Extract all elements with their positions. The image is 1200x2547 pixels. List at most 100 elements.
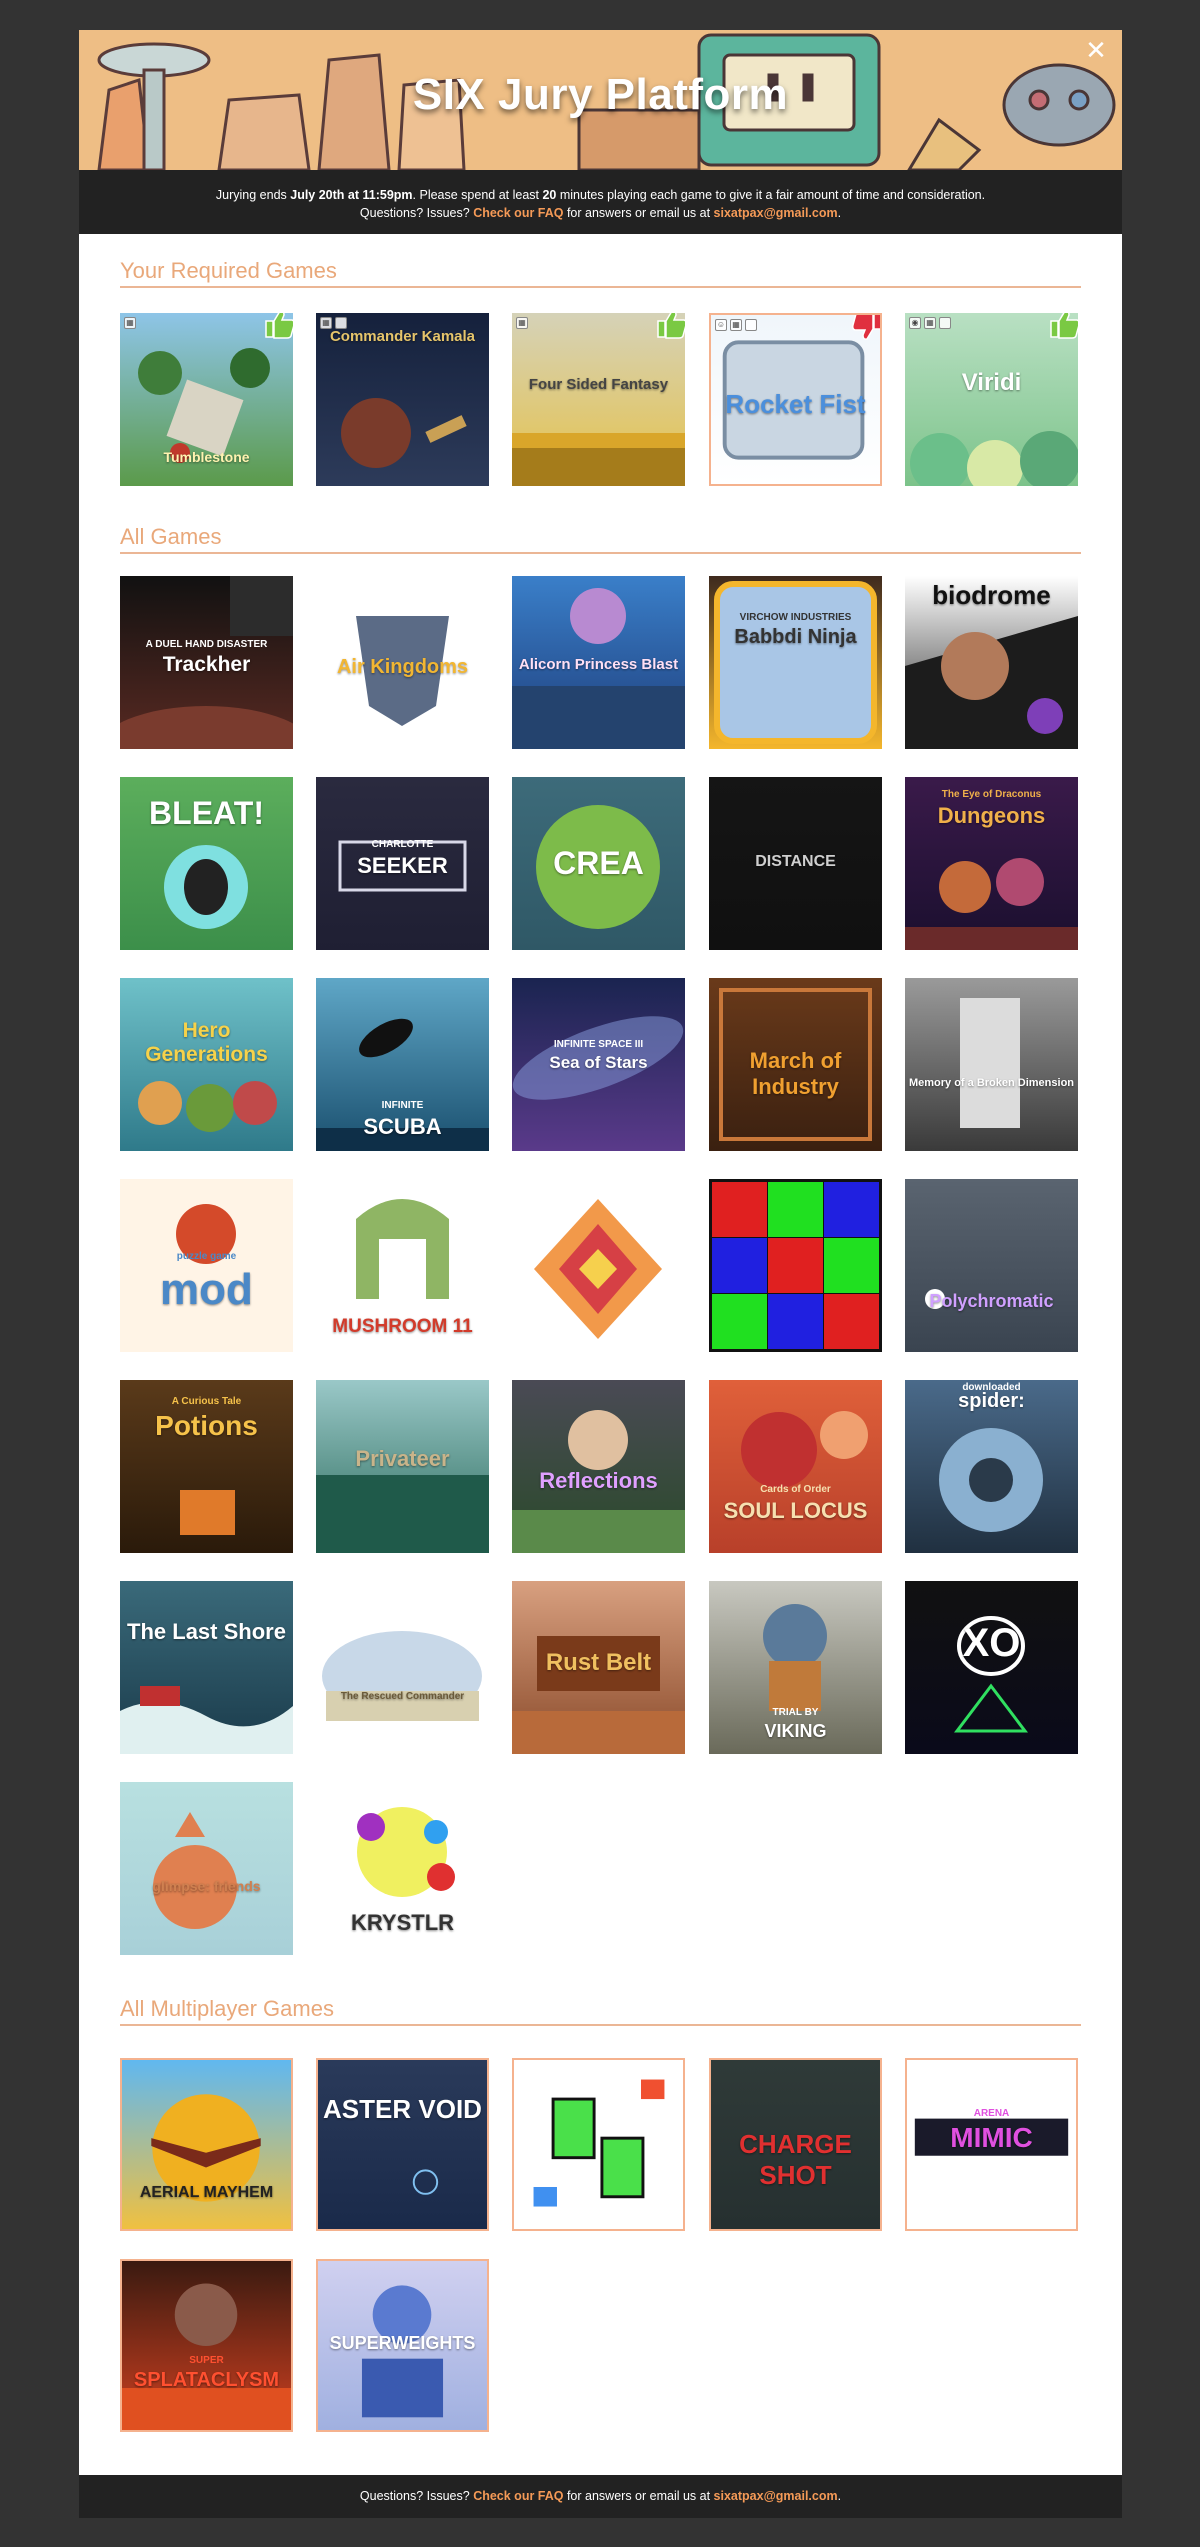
footer-bar: Questions? Issues? Check our FAQ for ans… [79, 2475, 1122, 2518]
mac-platform-icon [335, 317, 347, 329]
game-tile[interactable]: glimpse: friends [120, 1782, 293, 1955]
game-cover-art [120, 978, 293, 1151]
platform-icons: ◉ ▦ [909, 317, 951, 329]
game-tile[interactable]: Rocket Fist ☺ ▦ [709, 313, 882, 486]
platform-icons: ▦ [320, 317, 347, 329]
game-tile[interactable]: A DUEL HAND DISASTER Trackher [120, 576, 293, 749]
close-icon[interactable]: ✕ [1084, 37, 1108, 63]
game-tile[interactable]: Tumblestone ▦ [120, 313, 293, 486]
game-cover-art [711, 2060, 880, 2229]
game-cover-art [905, 576, 1078, 749]
game-cover-art [316, 313, 489, 486]
game-tile[interactable]: Hero Generations [120, 978, 293, 1151]
game-tile[interactable]: DISTANCE [709, 777, 882, 950]
game-tile[interactable] [709, 1179, 882, 1352]
mac-platform-icon [939, 317, 951, 329]
game-cover-art [709, 576, 882, 749]
game-tile[interactable]: INFINITE SCUBA [316, 978, 489, 1151]
game-cover-art [120, 777, 293, 950]
game-tile[interactable]: downloaded spider: [905, 1380, 1078, 1553]
game-cover-art [120, 1380, 293, 1553]
game-tile[interactable]: CHARGE SHOT [709, 2058, 882, 2231]
faq-link[interactable]: Check our FAQ [473, 206, 563, 220]
game-tile[interactable]: Reflections [512, 1380, 685, 1553]
game-tile[interactable]: Rust Belt [512, 1581, 685, 1754]
email-link[interactable]: sixatpax@gmail.com [714, 206, 838, 220]
game-cover-art [905, 1380, 1078, 1553]
platform-icons: ▦ [516, 317, 528, 329]
footer-email-link[interactable]: sixatpax@gmail.com [714, 2489, 838, 2503]
game-tile[interactable]: The Eye of Draconus Dungeons [905, 777, 1078, 950]
game-tile[interactable]: ARENA MIMIC [905, 2058, 1078, 2231]
game-cover-art [709, 1179, 882, 1352]
game-tile[interactable]: biodrome [905, 576, 1078, 749]
game-tile[interactable]: TRIAL BY VIKING [709, 1581, 882, 1754]
game-tile[interactable] [512, 2058, 685, 2231]
notice-text: Jurying ends [215, 188, 291, 202]
thumbs-up-icon[interactable] [1048, 313, 1078, 341]
game-tile[interactable]: Viridi ◉ ▦ [905, 313, 1078, 486]
deadline-text: July 20th at 11:59pm [290, 188, 413, 202]
game-tile[interactable]: The Last Shore [120, 1581, 293, 1754]
win-platform-icon: ▦ [924, 317, 936, 329]
notice-text: for answers or email us at [563, 206, 714, 220]
section-title-all-games: All Games [120, 524, 1081, 554]
footer-faq-link[interactable]: Check our FAQ [473, 2489, 563, 2503]
game-cover-art [316, 576, 489, 749]
minutes-text: 20 [542, 188, 557, 202]
thumbs-up-icon[interactable] [655, 313, 685, 341]
game-cover-art [905, 777, 1078, 950]
section-title-multiplayer: All Multiplayer Games [120, 1996, 1081, 2026]
section-title-required: Your Required Games [120, 258, 1081, 288]
game-tile[interactable] [512, 1179, 685, 1352]
game-tile[interactable]: Commander Kamala ▦ [316, 313, 489, 486]
thumbs-down-icon[interactable] [850, 313, 882, 343]
game-tile[interactable]: A Curious Tale Potions [120, 1380, 293, 1553]
game-tile[interactable]: CHARLOTTE SEEKER [316, 777, 489, 950]
game-tile[interactable]: Air Kingdoms [316, 576, 489, 749]
game-tile[interactable]: KRYSTLR [316, 1782, 489, 1955]
game-tile[interactable]: Memory of a Broken Dimension [905, 978, 1078, 1151]
game-tile[interactable]: Four Sided Fantasy ▦ [512, 313, 685, 486]
game-tile[interactable]: Polychromatic [905, 1179, 1078, 1352]
game-cover-art [709, 1581, 882, 1754]
game-tile[interactable]: AERIAL MAYHEM [120, 2058, 293, 2231]
notice-bar: Jurying ends July 20th at 11:59pm. Pleas… [79, 170, 1122, 234]
game-tile[interactable]: ASTER VOID [316, 2058, 489, 2231]
game-tile[interactable]: MUSHROOM 11 [316, 1179, 489, 1352]
game-tile[interactable]: CREA [512, 777, 685, 950]
game-cover-art [316, 777, 489, 950]
win-platform-icon: ▦ [124, 317, 136, 329]
thumbs-up-icon[interactable] [263, 313, 293, 341]
header-banner: SIX Jury Platform ✕ [79, 30, 1122, 170]
game-cover-art [316, 978, 489, 1151]
game-cover-art [514, 2060, 683, 2229]
game-tile[interactable]: Cards of Order SOUL LOCUS [709, 1380, 882, 1553]
game-tile[interactable]: Privateer [316, 1380, 489, 1553]
notice-text: . [837, 206, 842, 220]
game-cover-art [122, 2060, 291, 2229]
game-cover-art [512, 1380, 685, 1553]
game-tile[interactable]: VIRCHOW INDUSTRIES Babbdi Ninja [709, 576, 882, 749]
game-tile[interactable]: INFINITE SPACE III Sea of Stars [512, 978, 685, 1151]
game-tile[interactable]: Alicorn Princess Blast [512, 576, 685, 749]
game-tile[interactable]: XO [905, 1581, 1078, 1754]
page-title: SIX Jury Platform [412, 70, 789, 119]
game-tile[interactable]: SUPERWEIGHTS [316, 2259, 489, 2432]
win-platform-icon: ▦ [320, 317, 332, 329]
game-cover-art [318, 2261, 487, 2430]
footer-text: for answers or email us at [563, 2489, 714, 2503]
game-tile[interactable]: March of Industry [709, 978, 882, 1151]
game-tile[interactable]: puzzle game mod [120, 1179, 293, 1352]
game-tile[interactable]: BLEAT! [120, 777, 293, 950]
game-cover-art [122, 2261, 291, 2430]
game-cover-art [120, 576, 293, 749]
platform-icons: ▦ [124, 317, 136, 329]
game-cover-art [316, 1581, 489, 1754]
footer-text: Questions? Issues? [359, 2489, 474, 2503]
mac-platform-icon [745, 319, 757, 331]
game-tile[interactable]: The Rescued Commander [316, 1581, 489, 1754]
footer-text: . [837, 2489, 842, 2503]
game-cover-art [709, 978, 882, 1151]
game-tile[interactable]: SUPER SPLATACLYSM [120, 2259, 293, 2432]
